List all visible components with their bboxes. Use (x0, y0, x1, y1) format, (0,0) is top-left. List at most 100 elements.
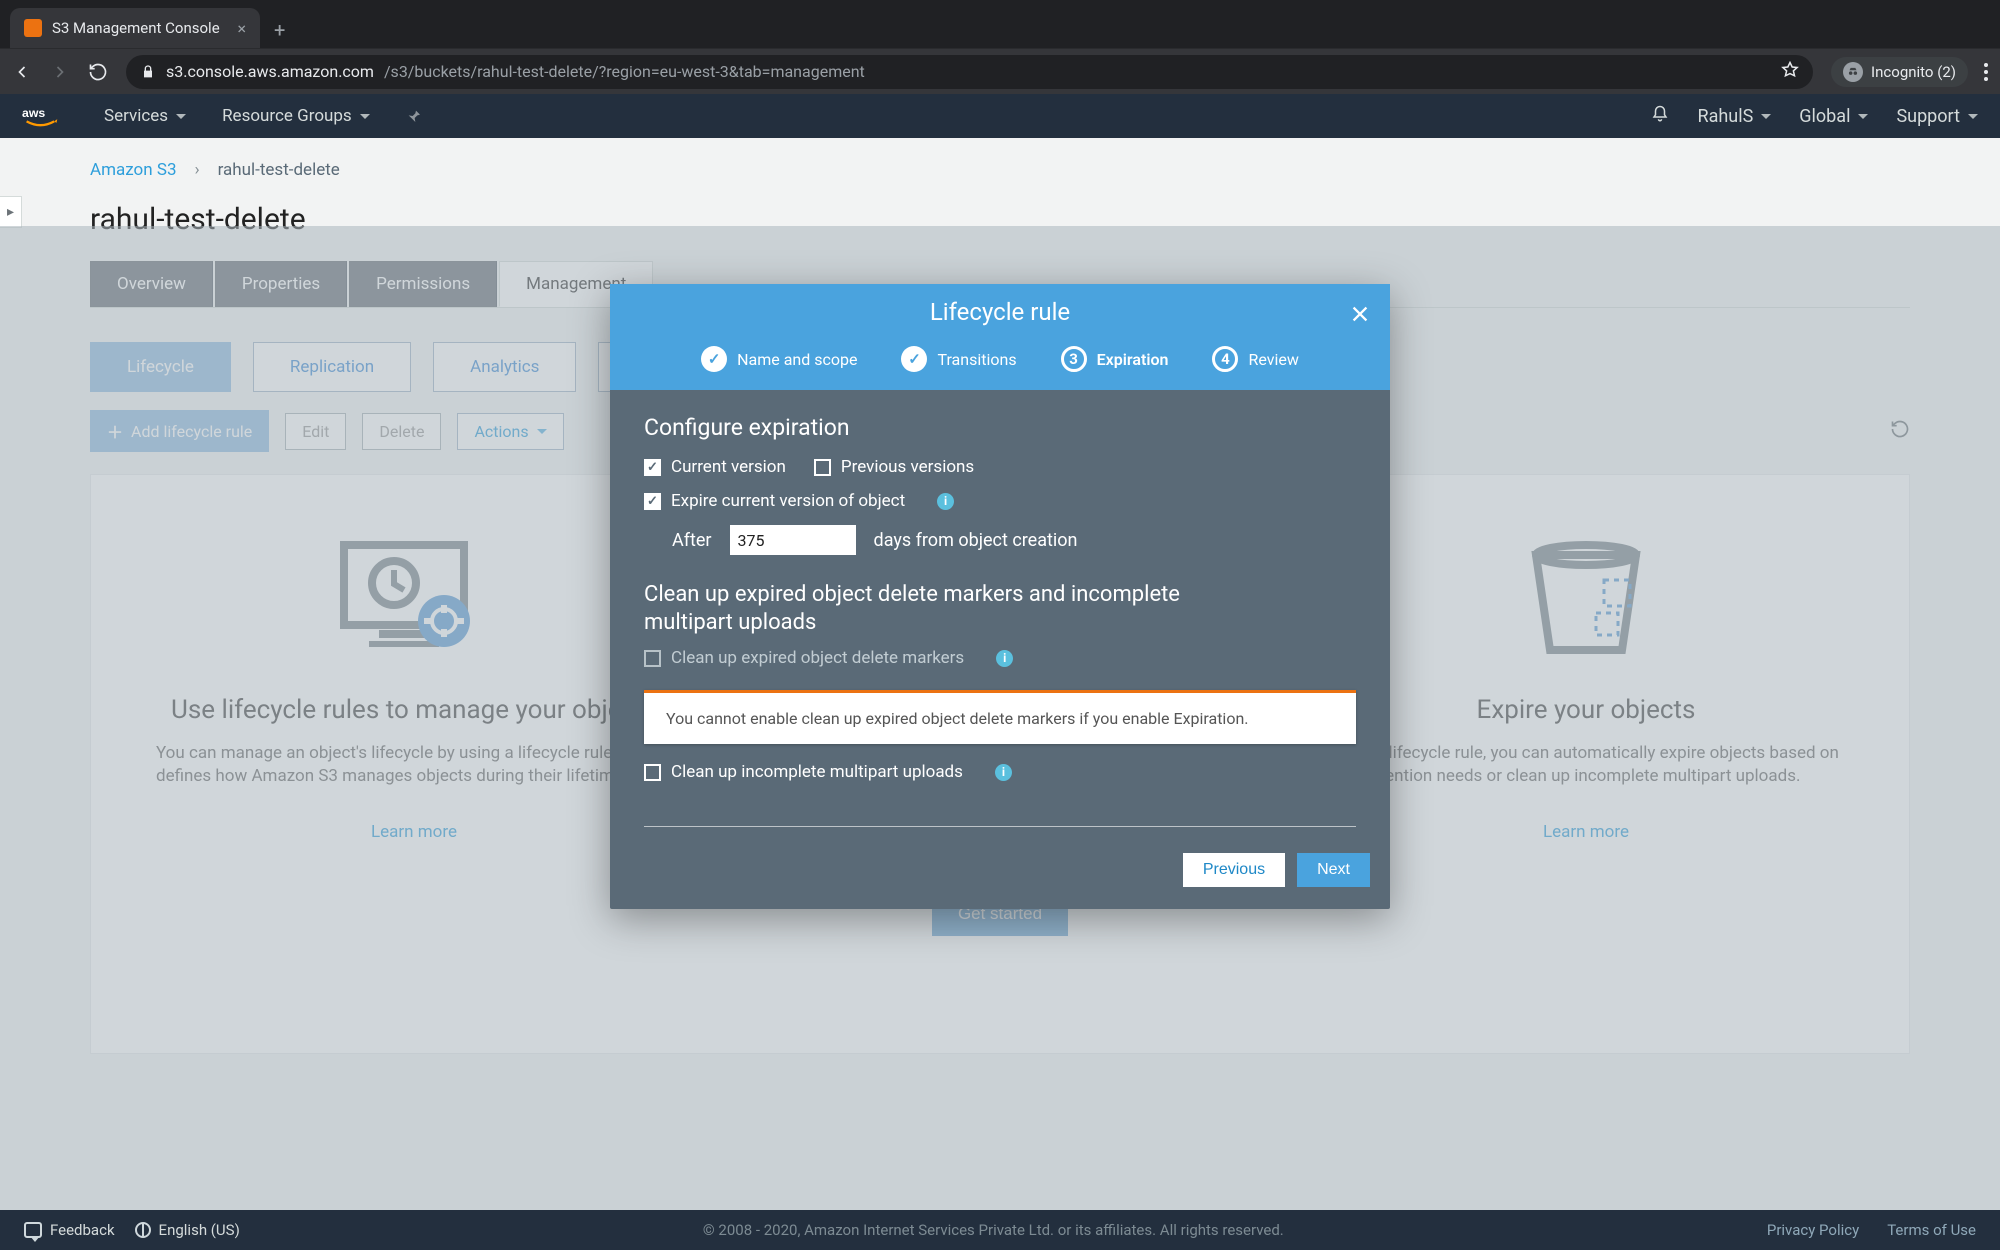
modal-close-icon[interactable] (1346, 300, 1374, 328)
checkbox-icon (814, 459, 831, 476)
notifications-icon[interactable] (1651, 105, 1669, 128)
aws-footer: Feedback English (US) © 2008 - 2020, Ama… (0, 1210, 2000, 1250)
modal-overlay: Lifecycle rule Name and scope Transition… (0, 226, 2000, 1210)
wizard-step-transitions[interactable]: Transitions (901, 346, 1016, 372)
modal-body: Configure expiration Current version Pre… (610, 390, 1390, 853)
modal-wizard-steps: Name and scope Transitions 3 Expiration … (632, 342, 1368, 390)
nav-user-label: RahulS (1697, 106, 1753, 127)
nav-resource-groups-label: Resource Groups (222, 106, 352, 126)
breadcrumb: Amazon S3 › rahul-test-delete (0, 138, 2000, 184)
page-content: ▸ Amazon S3 › rahul-test-delete rahul-te… (0, 138, 2000, 1210)
url-host: s3.console.aws.amazon.com (166, 62, 374, 81)
privacy-policy-link[interactable]: Privacy Policy (1767, 1221, 1859, 1239)
cleanup-section-title: Clean up expired object delete markers a… (644, 581, 1244, 636)
chevron-down-icon (176, 114, 186, 119)
nav-pin-icon[interactable] (406, 106, 422, 126)
address-bar[interactable]: s3.console.aws.amazon.com/s3/buckets/rah… (126, 55, 1813, 89)
after-label: After (672, 530, 712, 551)
checkbox-icon (644, 493, 661, 510)
nav-services-label: Services (104, 106, 168, 126)
checkbox-cleanup-markers: Clean up expired object delete markers (644, 648, 964, 668)
incognito-indicator[interactable]: Incognito (2) (1831, 57, 1968, 87)
browser-menu-icon[interactable] (1984, 63, 1988, 81)
language-selector[interactable]: English (US) (135, 1221, 240, 1239)
modal-footer: Previous Next (610, 853, 1390, 909)
checkbox-cleanup-markers-label: Clean up expired object delete markers (671, 648, 964, 668)
nav-support-menu[interactable]: Support (1896, 106, 1978, 127)
url-path: /s3/buckets/rahul-test-delete/?region=eu… (384, 62, 865, 81)
aws-logo[interactable]: aws (22, 104, 68, 128)
incognito-icon (1843, 62, 1863, 82)
breadcrumb-separator-icon: › (195, 160, 200, 180)
nav-support-label: Support (1896, 106, 1960, 127)
modal-divider (644, 826, 1356, 827)
breadcrumb-current: rahul-test-delete (218, 160, 340, 180)
wizard-step-1-label: Name and scope (737, 350, 857, 369)
step-check-icon (901, 346, 927, 372)
nav-services[interactable]: Services (104, 106, 186, 126)
feedback-link[interactable]: Feedback (24, 1221, 115, 1239)
next-button[interactable]: Next (1297, 853, 1370, 887)
chevron-down-icon (360, 114, 370, 119)
modal-header: Lifecycle rule Name and scope Transition… (610, 284, 1390, 390)
chevron-down-icon (1968, 114, 1978, 119)
incognito-label: Incognito (2) (1871, 63, 1956, 81)
nav-forward-icon[interactable] (50, 62, 70, 82)
checkbox-icon (644, 459, 661, 476)
info-icon[interactable]: i (996, 650, 1013, 667)
previous-button[interactable]: Previous (1183, 853, 1285, 887)
nav-reload-icon[interactable] (88, 62, 108, 82)
aws-favicon (24, 19, 42, 37)
checkbox-icon (644, 764, 661, 781)
lifecycle-rule-modal: Lifecycle rule Name and scope Transition… (610, 284, 1390, 909)
nav-back-icon[interactable] (12, 62, 32, 82)
checkbox-expire-current-label: Expire current version of object (671, 491, 905, 511)
info-icon[interactable]: i (995, 764, 1012, 781)
modal-title: Lifecycle rule (632, 298, 1368, 342)
terms-of-use-link[interactable]: Terms of Use (1887, 1221, 1976, 1239)
checkbox-expire-current[interactable]: Expire current version of object (644, 491, 905, 511)
wizard-step-2-label: Transitions (937, 350, 1016, 369)
days-suffix-label: days from object creation (874, 530, 1078, 551)
nav-region-menu[interactable]: Global (1799, 106, 1868, 127)
breadcrumb-root[interactable]: Amazon S3 (90, 160, 177, 180)
wizard-step-4-label: Review (1248, 350, 1298, 369)
checkbox-previous-versions-label: Previous versions (841, 457, 974, 477)
bookmark-star-icon[interactable] (1781, 61, 1799, 83)
nav-resource-groups[interactable]: Resource Groups (222, 106, 370, 126)
side-panel-flyout[interactable]: ▸ (0, 196, 22, 228)
checkbox-current-version[interactable]: Current version (644, 457, 786, 477)
nav-user-menu[interactable]: RahulS (1697, 106, 1771, 127)
tab-close-icon[interactable]: × (237, 19, 246, 38)
checkbox-cleanup-multipart[interactable]: Clean up incomplete multipart uploads (644, 762, 963, 782)
checkbox-icon (644, 650, 661, 667)
lock-icon (140, 64, 156, 80)
browser-tab-active[interactable]: S3 Management Console × (10, 8, 260, 48)
svg-text:aws: aws (22, 106, 45, 120)
wizard-step-expiration[interactable]: 3 Expiration (1061, 346, 1169, 372)
browser-toolbar: s3.console.aws.amazon.com/s3/buckets/rah… (0, 48, 2000, 94)
info-icon[interactable]: i (937, 493, 954, 510)
new-tab-button[interactable]: + (260, 18, 299, 48)
days-input[interactable] (730, 525, 856, 555)
language-label: English (US) (159, 1221, 240, 1239)
chevron-down-icon (1761, 114, 1771, 119)
step-number-icon: 3 (1061, 346, 1087, 372)
speech-bubble-icon (24, 1222, 42, 1238)
checkbox-cleanup-multipart-label: Clean up incomplete multipart uploads (671, 762, 963, 782)
browser-tabstrip: S3 Management Console × + (0, 0, 2000, 48)
step-number-icon: 4 (1212, 346, 1238, 372)
chevron-down-icon (1858, 114, 1868, 119)
step-check-icon (701, 346, 727, 372)
browser-tab-title: S3 Management Console (52, 19, 220, 37)
feedback-label: Feedback (50, 1221, 115, 1239)
footer-copyright: © 2008 - 2020, Amazon Internet Services … (703, 1221, 1284, 1239)
nav-region-label: Global (1799, 106, 1850, 127)
configure-expiration-title: Configure expiration (644, 414, 1356, 441)
aws-navbar: aws Services Resource Groups RahulS Glob… (0, 94, 2000, 138)
wizard-step-name-scope[interactable]: Name and scope (701, 346, 857, 372)
wizard-step-review[interactable]: 4 Review (1212, 346, 1298, 372)
globe-icon (135, 1222, 151, 1238)
checkbox-previous-versions[interactable]: Previous versions (814, 457, 974, 477)
wizard-step-3-label: Expiration (1097, 350, 1169, 369)
